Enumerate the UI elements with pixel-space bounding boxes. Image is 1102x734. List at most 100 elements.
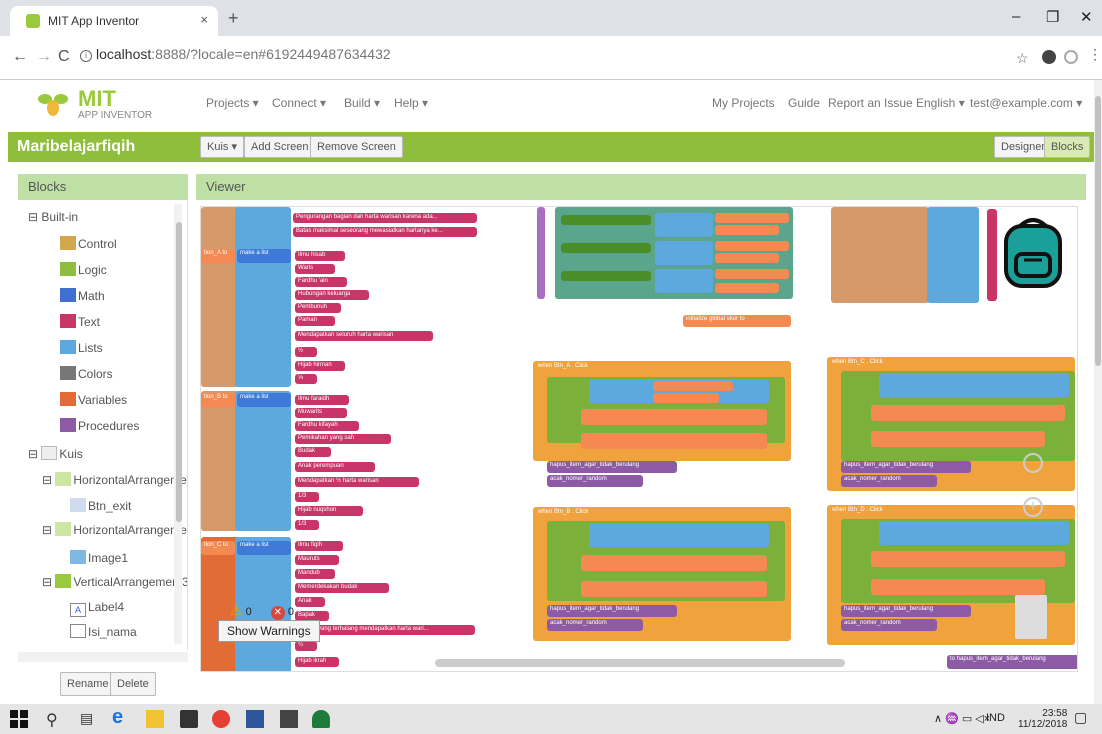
- call-hapus-d[interactable]: hapus_item_agar_tidak_berulang: [841, 605, 971, 617]
- item-b-5[interactable]: Anak perempuan: [295, 462, 375, 472]
- set-skor-else-c[interactable]: [871, 431, 1045, 447]
- item-b-8[interactable]: Hijab nuqshon: [295, 506, 363, 516]
- trash-icon[interactable]: [1015, 595, 1047, 639]
- menu-projects[interactable]: Projects ▾: [206, 96, 259, 110]
- menu-language[interactable]: English ▾: [916, 96, 965, 110]
- text-block-a2[interactable]: Batas maksimal seseorang mewasiatkan har…: [293, 227, 477, 237]
- tree-label4[interactable]: A Label4: [70, 600, 124, 617]
- item-b-2[interactable]: Fardhu kifayah: [295, 421, 359, 431]
- set-skor-then-a[interactable]: [581, 409, 767, 425]
- menu-help[interactable]: Help ▾: [394, 96, 428, 110]
- item-b-0[interactable]: Ilmu faraidh: [295, 395, 349, 405]
- procedure-hapus-def[interactable]: to hapus_item_agar_tidak_berulang: [947, 655, 1077, 669]
- item-a-5[interactable]: Paman: [295, 316, 335, 326]
- taskbar-clock[interactable]: 23:58 11/12/2018: [1018, 708, 1067, 730]
- profile-icon[interactable]: [1064, 50, 1078, 64]
- menu-guide[interactable]: Guide: [788, 96, 820, 110]
- block-make-list-b[interactable]: [235, 391, 291, 531]
- call-acak-b[interactable]: acak_nomer_random: [547, 619, 643, 631]
- make-list-c-label[interactable]: make a list: [237, 541, 291, 555]
- get-global-option-d[interactable]: [715, 269, 789, 279]
- set-skor-else-d[interactable]: [871, 579, 1045, 595]
- chrome-menu-icon[interactable]: ⋮: [1088, 46, 1102, 63]
- var-option-a[interactable]: tion_A to: [201, 249, 235, 263]
- page-scrollbar-thumb[interactable]: [1095, 96, 1101, 366]
- store-icon[interactable]: [180, 710, 198, 728]
- make-list-b-label[interactable]: make a list: [237, 393, 291, 407]
- item-c-3[interactable]: Memerdekakan budak: [295, 583, 389, 593]
- block-global-option-b[interactable]: [201, 391, 239, 531]
- text-items-right-top[interactable]: [987, 209, 997, 301]
- set-skor-then-b[interactable]: [581, 555, 767, 571]
- item-c-1[interactable]: Mauruts: [295, 555, 339, 565]
- menu-my-projects[interactable]: My Projects: [712, 96, 775, 110]
- block-global-option-a[interactable]: [201, 207, 239, 387]
- tree-builtin[interactable]: ⊟ Built-in: [28, 210, 78, 224]
- category-colors[interactable]: Colors: [60, 366, 113, 381]
- show-warnings-button[interactable]: Show Warnings: [218, 620, 320, 642]
- call-acak-d[interactable]: acak_nomer_random: [841, 619, 937, 631]
- item-b-4[interactable]: Budak: [295, 447, 331, 457]
- item-b-6[interactable]: Mendapatkan ½ harta warisan: [295, 477, 419, 487]
- item-b-7[interactable]: 1/3: [295, 492, 319, 502]
- tree-horizontal-2[interactable]: ⊟ HorizontalArrangemer: [42, 522, 187, 537]
- compare-c[interactable]: [879, 373, 1069, 397]
- get-global-indeks-3[interactable]: [715, 283, 779, 293]
- blocks-scrollbar-thumb[interactable]: [176, 222, 182, 522]
- url-field[interactable]: localhost:8888/?locale=en#61924494876344…: [96, 46, 391, 62]
- remove-screen-button[interactable]: Remove Screen: [310, 136, 403, 158]
- get-global-indeks-2[interactable]: [715, 253, 779, 263]
- word-icon[interactable]: [246, 710, 264, 728]
- blocks-button[interactable]: Blocks: [1044, 136, 1091, 158]
- tree-vertical-3[interactable]: ⊟ VerticalArrangement3: [42, 574, 187, 589]
- delete-button[interactable]: Delete: [110, 672, 156, 696]
- close-window-icon[interactable]: ✕: [1080, 8, 1093, 26]
- category-lists[interactable]: Lists: [60, 340, 103, 355]
- back-icon[interactable]: ←: [12, 48, 28, 66]
- zoom-in-icon[interactable]: +: [1023, 497, 1043, 517]
- item-c-6[interactable]: li waris yang terhalang mendapatkan hart…: [295, 625, 475, 635]
- get-global-indeks-1[interactable]: [715, 225, 779, 235]
- rename-button[interactable]: Rename: [60, 672, 116, 696]
- search-icon[interactable]: ⚲: [46, 710, 64, 729]
- menu-build[interactable]: Build ▾: [344, 96, 380, 110]
- procedure-edge[interactable]: [537, 207, 545, 299]
- center-icon[interactable]: [1023, 453, 1043, 473]
- call-hapus-b[interactable]: hapus_item_agar_tidak_berulang: [547, 605, 677, 617]
- item-c-0[interactable]: Ilmu fiqih: [295, 541, 343, 551]
- tray-icons[interactable]: ∧ ♒ ▭ ◁×: [934, 712, 990, 725]
- browser-tab[interactable]: MIT App Inventor ×: [10, 6, 218, 36]
- set-skor-else-a[interactable]: [581, 433, 767, 449]
- var-option-c[interactable]: tion_C to: [201, 541, 235, 555]
- get-global-option-c[interactable]: [715, 241, 789, 251]
- terminal-icon[interactable]: [280, 710, 298, 728]
- file-explorer-icon[interactable]: [146, 710, 164, 728]
- category-math[interactable]: Math: [60, 288, 105, 303]
- forward-icon[interactable]: →: [36, 48, 52, 66]
- call-acak-a[interactable]: acak_nomer_random: [547, 475, 643, 487]
- block-global-right-top[interactable]: [831, 207, 929, 303]
- site-info-icon[interactable]: i: [80, 50, 92, 62]
- block-list-right-top[interactable]: [927, 207, 979, 303]
- task-view-icon[interactable]: ▤: [80, 710, 98, 728]
- item-c-4[interactable]: Anak: [295, 597, 325, 607]
- warning-indicator[interactable]: ⚠ 0 ✕ 0: [230, 602, 294, 620]
- reload-icon[interactable]: C: [58, 48, 70, 66]
- tree-btn-exit[interactable]: Btn_exit: [70, 498, 131, 513]
- call-hapus-c[interactable]: hapus_item_agar_tidak_berulang: [841, 461, 971, 473]
- make-list-a-label[interactable]: make a list: [237, 249, 291, 263]
- select-list-item-3[interactable]: [655, 269, 713, 293]
- var-option-b[interactable]: tion_B to: [201, 393, 235, 407]
- item-a-6[interactable]: Mendapatkan seluruh harta warisan: [295, 331, 433, 341]
- backpack-icon[interactable]: [998, 214, 1068, 288]
- category-procedures[interactable]: Procedures: [60, 418, 139, 433]
- item-a-7[interactable]: ½: [295, 347, 317, 357]
- tree-isi-nama[interactable]: Isi_nama: [70, 624, 137, 639]
- set-btn-c-text[interactable]: [561, 243, 651, 253]
- compare-d[interactable]: [879, 521, 1069, 545]
- item-c-7[interactable]: ¼: [295, 641, 317, 651]
- set-btn-d-text[interactable]: [561, 271, 651, 281]
- tree-horizontal-1[interactable]: ⊟ HorizontalArrangemer: [42, 472, 187, 487]
- init-global-skor[interactable]: initialize global skor to: [683, 315, 791, 327]
- compare-b[interactable]: [589, 523, 769, 547]
